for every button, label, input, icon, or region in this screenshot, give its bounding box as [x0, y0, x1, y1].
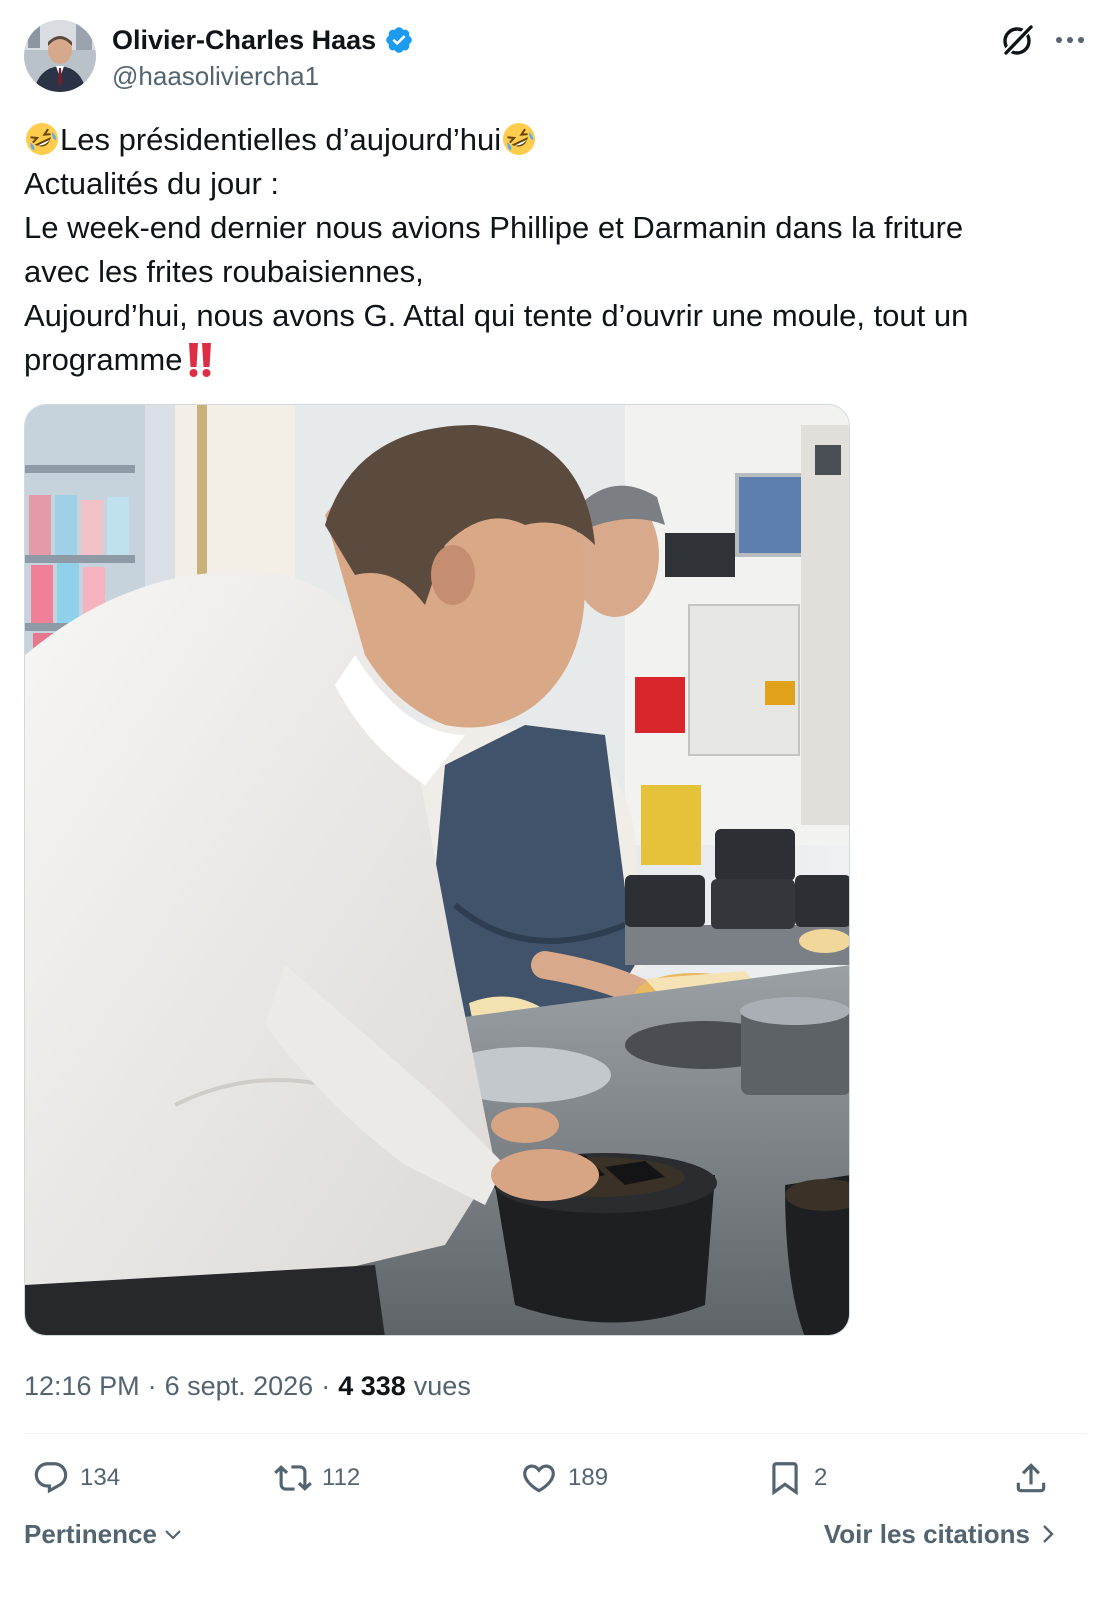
action-bar: 134 112 189 2	[0, 1452, 1110, 1504]
verified-badge-icon[interactable]	[384, 25, 414, 55]
tweet-line-4: avec les frites roubaisiennes,	[24, 254, 424, 289]
tweet-line-2: Actualités du jour :	[24, 166, 280, 201]
tweet-line-6: programme	[24, 338, 1074, 382]
like-button[interactable]: 189	[520, 1452, 608, 1504]
author-handle[interactable]: @haasoliviercha1	[112, 61, 319, 92]
double-exclamation-icon	[188, 343, 211, 377]
reply-button[interactable]: 134	[32, 1452, 120, 1504]
tweet-detail: Olivier-Charles Haas @haasoliviercha1 Le…	[0, 0, 1110, 1610]
sort-dropdown[interactable]: Pertinence	[24, 1514, 183, 1554]
tweet-line-1-text: Les présidentielles d’aujourd’hui	[60, 122, 502, 157]
repost-icon	[274, 1465, 312, 1491]
grok-icon[interactable]	[1000, 22, 1036, 58]
view-quotes-link[interactable]: Voir les citations	[824, 1514, 1056, 1554]
tweet-line-6-text: programme	[24, 342, 183, 377]
divider	[24, 1433, 1086, 1434]
rolling-laughing-emoji-icon	[503, 123, 536, 155]
heart-icon	[523, 1464, 555, 1493]
tweet-time[interactable]: 12:16 PM	[24, 1371, 140, 1402]
bookmark-button[interactable]: 2	[766, 1452, 827, 1504]
tweet-meta: 12:16 PM · 6 sept. 2026 · 4 338 vues	[24, 1366, 471, 1406]
view-quotes-label: Voir les citations	[823, 1518, 1030, 1549]
tweet-date[interactable]: 6 sept. 2026	[165, 1371, 314, 1402]
repost-button[interactable]: 112	[274, 1452, 360, 1504]
reply-count: 134	[80, 1464, 121, 1491]
chevron-right-icon	[1043, 1525, 1054, 1543]
kitchen-photo	[25, 405, 849, 1335]
bookmark-icon	[772, 1462, 798, 1496]
tweet-text: Les présidentielles d’aujourd’hui Actual…	[24, 118, 1074, 382]
rolling-laughing-emoji-icon	[26, 123, 58, 155]
tweet-line-5: Aujourd’hui, nous avons G. Attal qui ten…	[24, 298, 969, 333]
tweet-photo[interactable]	[24, 404, 850, 1336]
views-count[interactable]: 4 338	[338, 1371, 406, 1402]
avatar[interactable]	[24, 20, 96, 92]
meta-separator: ·	[321, 1370, 331, 1401]
meta-separator: ·	[147, 1370, 157, 1401]
reply-icon	[34, 1462, 68, 1494]
chevron-down-icon	[165, 1530, 181, 1540]
bookmark-count: 2	[814, 1464, 828, 1491]
tweet-line-1: Les présidentielles d’aujourd’hui	[24, 118, 1074, 162]
repost-count: 112	[322, 1464, 361, 1491]
author-name-row[interactable]: Olivier-Charles Haas	[112, 22, 414, 58]
like-count: 189	[568, 1464, 609, 1491]
avatar-image	[24, 20, 96, 92]
author-name[interactable]: Olivier-Charles Haas	[112, 25, 376, 56]
share-button[interactable]	[1012, 1452, 1050, 1504]
share-icon	[1016, 1463, 1046, 1493]
tweet-line-3: Le week-end dernier nous avions Phillipe…	[24, 210, 964, 245]
views-label[interactable]: vues	[414, 1371, 471, 1402]
sort-label: Pertinence	[24, 1518, 157, 1549]
more-icon[interactable]	[1054, 26, 1086, 54]
